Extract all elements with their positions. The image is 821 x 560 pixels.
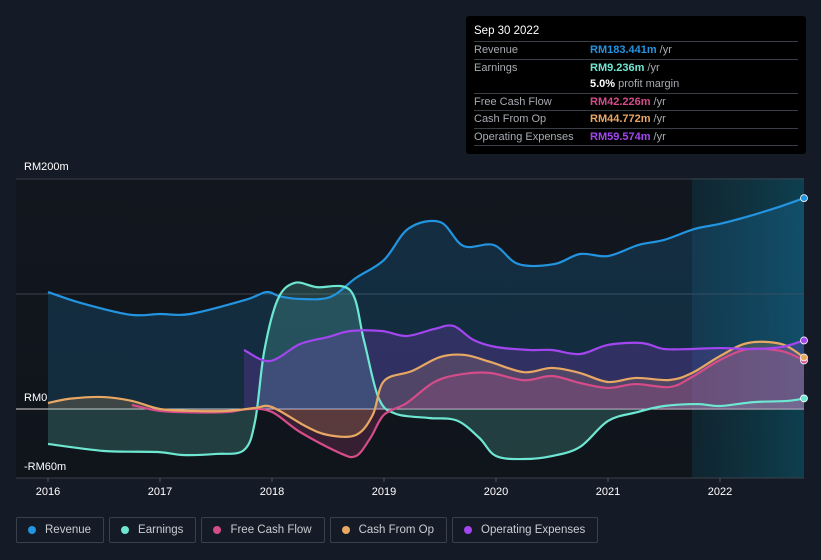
x-tick-label: 2022 — [708, 486, 732, 498]
legend-dot-icon — [28, 526, 36, 534]
tooltip-row-unit: /yr — [653, 113, 666, 126]
legend-dot-icon — [121, 526, 130, 534]
y-tick-label: -RM60m — [24, 461, 66, 473]
legend-label: Revenue — [45, 524, 92, 536]
tooltip-row-value: RM9.236m — [590, 61, 645, 74]
legend-dot-icon — [464, 526, 473, 534]
cash-from-op-end-point — [800, 353, 808, 362]
x-tick-label: 2016 — [36, 486, 60, 498]
tooltip-row-label: Free Cash Flow — [474, 95, 552, 108]
legend-label: Free Cash Flow — [230, 524, 312, 536]
tooltip: Sep 30 2022 Revenue RM183.441m/yr Earnings… — [466, 16, 806, 154]
tooltip-row-unit: /yr — [659, 44, 672, 57]
tooltip-row: 5.0% profit margin — [474, 76, 798, 94]
legend-label: Operating Expenses — [481, 524, 586, 536]
x-tick-label: 2018 — [260, 486, 284, 498]
tooltip-row: Earnings RM9.236m/yr — [474, 60, 798, 77]
revenue-end-point — [800, 194, 808, 202]
tooltip-row-value: RM183.441m — [590, 44, 657, 57]
legend-item-revenue[interactable]: Revenue — [16, 517, 105, 543]
tooltip-row-unit: profit margin — [618, 78, 680, 91]
legend-item-earnings[interactable]: Earnings — [109, 517, 197, 543]
earnings-end-point — [800, 394, 808, 403]
tooltip-row-value: RM44.772m — [590, 113, 651, 126]
tooltip-row-value: RM42.226m — [590, 95, 651, 108]
y-tick-label: RM200m — [24, 161, 69, 173]
x-tick-label: 2019 — [372, 486, 396, 498]
tooltip-row: Operating Expenses RM59.574m/yr — [474, 129, 798, 146]
tooltip-row: Cash From Op RM44.772m/yr — [474, 111, 798, 129]
legend-dot-icon — [341, 526, 350, 534]
y-tick-label: RM0 — [24, 392, 47, 404]
tooltip-row-label: Revenue — [474, 44, 519, 57]
tooltip-row-unit: /yr — [647, 61, 660, 74]
tooltip-row-label: Cash From Op — [474, 113, 547, 126]
x-tick-label: 2020 — [484, 486, 508, 498]
tooltip-row: Revenue RM183.441m/yr — [474, 42, 798, 60]
legend-item-free-cash-flow[interactable]: Free Cash Flow — [201, 517, 325, 543]
legend-item-cash-from-op[interactable]: Cash From Op — [329, 517, 448, 543]
tooltip-row-unit: /yr — [653, 95, 666, 108]
legend: Revenue Earnings Free Cash Flow Cash From O… — [16, 517, 599, 543]
tooltip-row: Free Cash Flow RM42.226m/yr — [474, 94, 798, 111]
legend-label: Earnings — [138, 524, 184, 536]
legend-item-operating-expenses[interactable]: Operating Expenses — [452, 517, 599, 543]
x-tick-label: 2017 — [148, 486, 172, 498]
legend-dot-icon — [213, 526, 222, 534]
legend-label: Cash From Op — [358, 524, 435, 536]
tooltip-row-label: Earnings — [474, 61, 518, 74]
x-tick-label: 2021 — [596, 486, 620, 498]
tooltip-row-unit: /yr — [653, 130, 666, 143]
tooltip-row-value: 5.0% — [590, 78, 616, 91]
tooltip-row-label: Operating Expenses — [474, 130, 574, 143]
tooltip-date: Sep 30 2022 — [474, 22, 798, 42]
operating-expenses-end-point — [800, 336, 808, 345]
tooltip-row-value: RM59.574m — [590, 130, 651, 143]
